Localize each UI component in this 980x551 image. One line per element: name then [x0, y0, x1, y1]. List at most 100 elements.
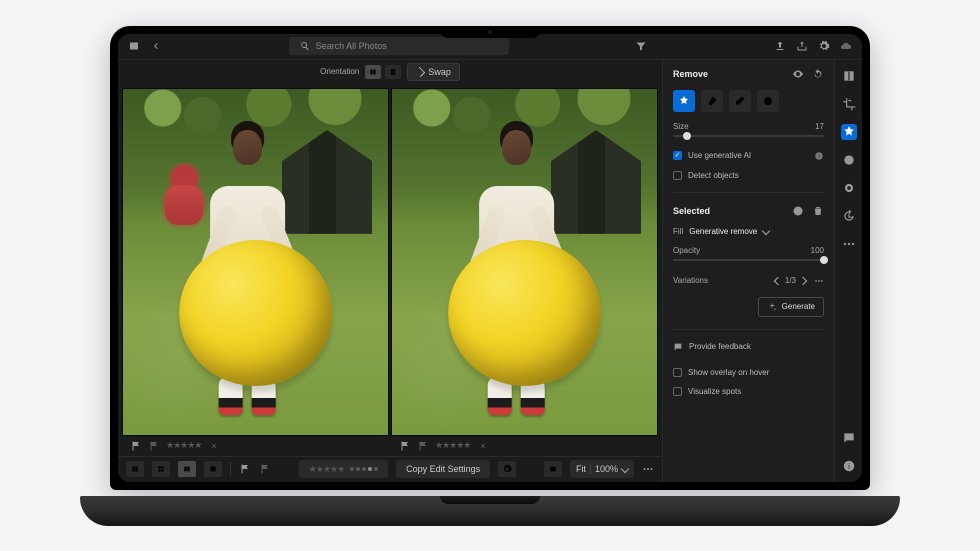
invert-icon[interactable] [792, 205, 804, 217]
remove-tool-row [673, 90, 824, 112]
info-icon[interactable] [814, 151, 824, 161]
orientation-toggle[interactable] [365, 65, 401, 79]
remove-tool-clone-icon[interactable] [757, 90, 779, 112]
overlay-hover-checkbox[interactable]: Show overlay on hover [673, 368, 824, 377]
photo-meta-after: ★★★★★ × [391, 436, 658, 456]
selected-label: Selected [673, 206, 710, 216]
size-value: 17 [815, 122, 824, 131]
detect-objects-label: Detect objects [688, 171, 739, 180]
chevron-right-icon [799, 276, 807, 284]
search-input[interactable]: Search All Photos [289, 37, 509, 55]
rating-stars[interactable]: ★★★★★ [435, 440, 470, 451]
flag-reject-icon[interactable] [148, 440, 160, 452]
remove-tool-brush-icon[interactable] [701, 90, 723, 112]
settings-icon[interactable] [818, 40, 830, 52]
more-icon[interactable] [814, 275, 824, 287]
laptop-base [80, 496, 900, 526]
zoom-control[interactable]: Fit 100% [570, 460, 634, 478]
opacity-slider[interactable] [673, 255, 824, 265]
use-generative-ai-label: Use generative AI [688, 151, 751, 160]
eye-icon[interactable] [792, 68, 804, 80]
color-label-dots[interactable] [350, 467, 378, 471]
versions-icon[interactable] [841, 208, 857, 224]
visualize-spots-checkbox[interactable]: Visualize spots [673, 387, 824, 396]
copy-edit-settings-label: Copy Edit Settings [406, 464, 480, 474]
flag-pick-icon[interactable] [239, 463, 251, 475]
checkbox-off-icon [673, 387, 682, 396]
comment-icon[interactable] [841, 430, 857, 446]
remove-panel: Remove [663, 60, 834, 482]
back-arrow-icon[interactable] [150, 40, 162, 52]
chevron-down-icon [621, 465, 629, 473]
flag-reject-icon[interactable] [259, 463, 271, 475]
flag-pick-icon[interactable] [130, 440, 142, 452]
top-bar-left [128, 40, 162, 52]
heal-icon[interactable] [841, 124, 857, 140]
remove-tool-eraser-icon[interactable] [729, 90, 751, 112]
visualize-spots-label: Visualize spots [688, 387, 741, 396]
fill-label: Fill [673, 227, 683, 236]
flag-pick-icon[interactable] [399, 440, 411, 452]
generate-button[interactable]: Generate [758, 297, 824, 317]
flag-reject-icon[interactable] [417, 440, 429, 452]
photo-meta-before: ★★★★★ × [122, 436, 389, 456]
divider [673, 192, 824, 193]
variations-value: 1/3 [785, 276, 796, 285]
fill-value: Generative remove [689, 227, 757, 236]
tool-rail [834, 60, 862, 482]
close-pane-icon[interactable]: × [480, 441, 485, 451]
trash-icon[interactable] [812, 205, 824, 217]
swap-label: Swap [428, 67, 451, 77]
more-icon[interactable] [841, 236, 857, 252]
orientation-vertical-icon[interactable] [385, 65, 401, 79]
chevron-left-icon [774, 276, 782, 284]
fill-dropdown[interactable]: Fill Generative remove [673, 227, 824, 236]
close-pane-icon[interactable]: × [211, 441, 216, 451]
presets-icon[interactable] [841, 180, 857, 196]
orientation-horizontal-icon[interactable] [365, 65, 381, 79]
edit-sliders-icon[interactable] [841, 68, 857, 84]
cloud-sync-icon[interactable] [840, 40, 852, 52]
variations-stepper[interactable]: 1/3 [775, 275, 824, 287]
photo-pane-before: ★★★★★ × [122, 88, 389, 456]
remove-tool-select-icon[interactable] [673, 90, 695, 112]
variations-label: Variations [673, 276, 708, 285]
photo-before[interactable] [122, 88, 389, 436]
ellipsis-icon[interactable] [642, 463, 654, 475]
view-detail-icon[interactable] [204, 461, 222, 477]
upload-icon[interactable] [774, 40, 786, 52]
reset-icon[interactable] [812, 68, 824, 80]
size-slider[interactable] [673, 131, 824, 141]
rating-stars: ★★★★★ [309, 464, 344, 475]
provide-feedback-link[interactable]: Provide feedback [673, 342, 824, 352]
app-window: Search All Photos Orientation [118, 34, 862, 482]
original-toggle-icon[interactable] [544, 461, 562, 477]
checkbox-off-icon [673, 171, 682, 180]
main-column: Orientation Swap [118, 60, 662, 482]
view-compare-icon[interactable] [178, 461, 196, 477]
overlay-hover-label: Show overlay on hover [688, 368, 769, 377]
feedback-label: Provide feedback [689, 342, 751, 351]
crop-icon[interactable] [841, 96, 857, 112]
photo-after[interactable] [391, 88, 658, 436]
rating-stars[interactable]: ★★★★★ [166, 440, 201, 451]
copy-edit-settings-button[interactable]: Copy Edit Settings [396, 460, 490, 478]
swap-button[interactable]: Swap [407, 63, 460, 81]
photo-icon[interactable] [128, 40, 140, 52]
generate-label: Generate [782, 302, 815, 311]
filmstrip-toggle-icon[interactable] [126, 461, 144, 477]
swap-icon [415, 66, 425, 76]
comment-icon [673, 342, 683, 352]
detect-objects-checkbox[interactable]: Detect objects [673, 171, 824, 180]
view-grid-icon[interactable] [152, 461, 170, 477]
filter-icon[interactable] [635, 40, 647, 52]
mask-icon[interactable] [841, 152, 857, 168]
edit-settings-gear-icon[interactable] [498, 461, 516, 477]
rating-pill[interactable]: ★★★★★ [299, 460, 388, 478]
use-generative-ai-checkbox[interactable]: Use generative AI [673, 151, 824, 161]
search-icon [299, 40, 311, 52]
chevron-down-icon [762, 227, 770, 235]
size-label: Size [673, 122, 689, 131]
share-icon[interactable] [796, 40, 808, 52]
info-icon[interactable] [841, 458, 857, 474]
